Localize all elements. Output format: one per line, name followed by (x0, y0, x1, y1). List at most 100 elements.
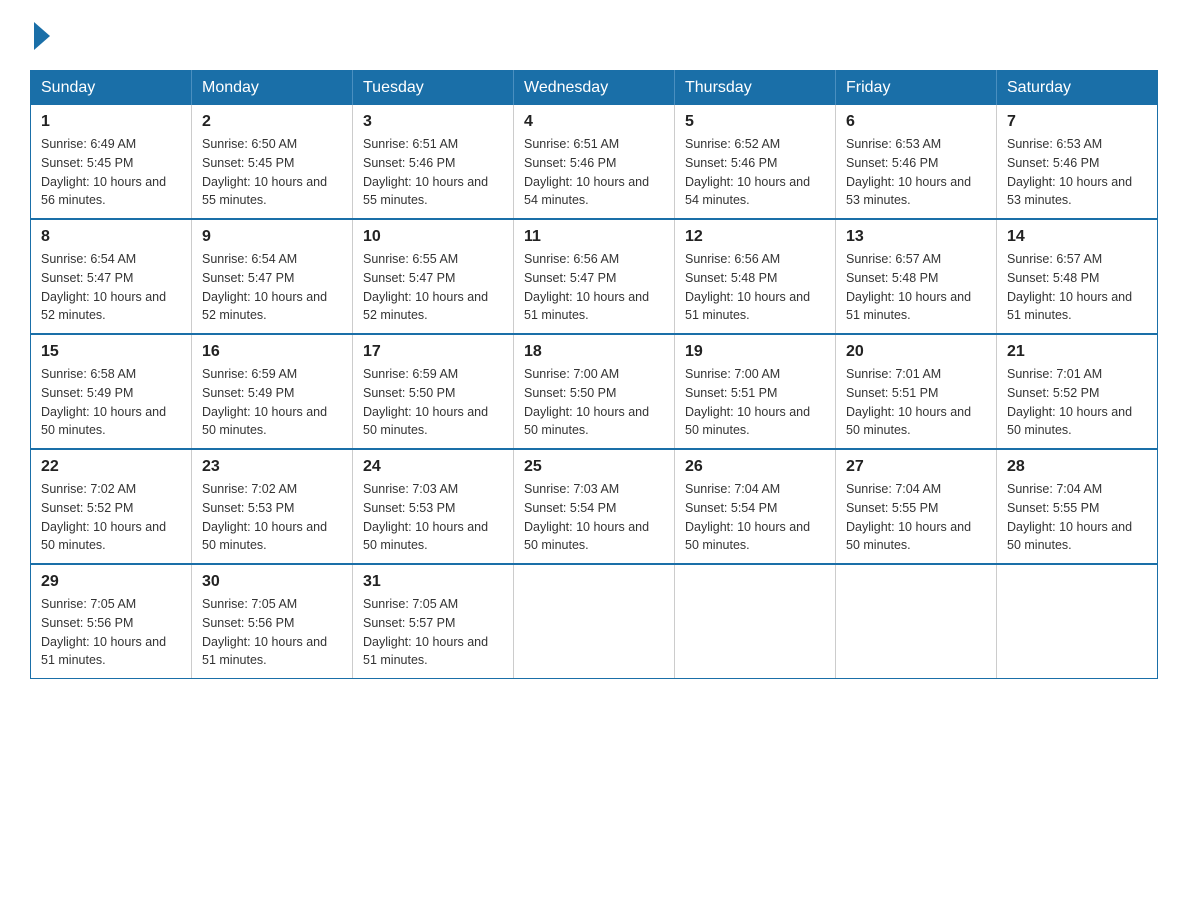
day-info: Sunrise: 6:52 AMSunset: 5:46 PMDaylight:… (685, 137, 810, 207)
day-info: Sunrise: 7:01 AMSunset: 5:52 PMDaylight:… (1007, 367, 1132, 437)
calendar-cell (997, 564, 1158, 679)
calendar-cell: 14 Sunrise: 6:57 AMSunset: 5:48 PMDaylig… (997, 219, 1158, 334)
calendar-cell (675, 564, 836, 679)
day-number: 16 (202, 343, 342, 361)
day-number: 13 (846, 228, 986, 246)
day-info: Sunrise: 7:04 AMSunset: 5:54 PMDaylight:… (685, 482, 810, 552)
calendar-cell: 15 Sunrise: 6:58 AMSunset: 5:49 PMDaylig… (31, 334, 192, 449)
day-number: 9 (202, 228, 342, 246)
header-sunday: Sunday (31, 71, 192, 106)
header-monday: Monday (192, 71, 353, 106)
day-info: Sunrise: 7:04 AMSunset: 5:55 PMDaylight:… (1007, 482, 1132, 552)
calendar-cell: 21 Sunrise: 7:01 AMSunset: 5:52 PMDaylig… (997, 334, 1158, 449)
week-row-1: 1 Sunrise: 6:49 AMSunset: 5:45 PMDayligh… (31, 105, 1158, 219)
day-number: 1 (41, 113, 181, 131)
calendar-cell: 22 Sunrise: 7:02 AMSunset: 5:52 PMDaylig… (31, 449, 192, 564)
calendar-cell: 24 Sunrise: 7:03 AMSunset: 5:53 PMDaylig… (353, 449, 514, 564)
calendar-cell: 7 Sunrise: 6:53 AMSunset: 5:46 PMDayligh… (997, 105, 1158, 219)
day-number: 12 (685, 228, 825, 246)
day-info: Sunrise: 6:58 AMSunset: 5:49 PMDaylight:… (41, 367, 166, 437)
calendar-cell: 4 Sunrise: 6:51 AMSunset: 5:46 PMDayligh… (514, 105, 675, 219)
day-number: 14 (1007, 228, 1147, 246)
day-info: Sunrise: 7:05 AMSunset: 5:56 PMDaylight:… (41, 597, 166, 667)
calendar-cell: 26 Sunrise: 7:04 AMSunset: 5:54 PMDaylig… (675, 449, 836, 564)
calendar-cell: 6 Sunrise: 6:53 AMSunset: 5:46 PMDayligh… (836, 105, 997, 219)
day-info: Sunrise: 7:03 AMSunset: 5:53 PMDaylight:… (363, 482, 488, 552)
day-number: 17 (363, 343, 503, 361)
calendar-cell: 25 Sunrise: 7:03 AMSunset: 5:54 PMDaylig… (514, 449, 675, 564)
day-number: 18 (524, 343, 664, 361)
day-info: Sunrise: 6:49 AMSunset: 5:45 PMDaylight:… (41, 137, 166, 207)
calendar-header-row: SundayMondayTuesdayWednesdayThursdayFrid… (31, 71, 1158, 106)
day-number: 29 (41, 573, 181, 591)
day-number: 2 (202, 113, 342, 131)
calendar-cell: 19 Sunrise: 7:00 AMSunset: 5:51 PMDaylig… (675, 334, 836, 449)
day-number: 6 (846, 113, 986, 131)
day-info: Sunrise: 7:02 AMSunset: 5:52 PMDaylight:… (41, 482, 166, 552)
calendar-cell: 29 Sunrise: 7:05 AMSunset: 5:56 PMDaylig… (31, 564, 192, 679)
calendar-cell: 5 Sunrise: 6:52 AMSunset: 5:46 PMDayligh… (675, 105, 836, 219)
day-info: Sunrise: 7:01 AMSunset: 5:51 PMDaylight:… (846, 367, 971, 437)
week-row-4: 22 Sunrise: 7:02 AMSunset: 5:52 PMDaylig… (31, 449, 1158, 564)
calendar-cell: 9 Sunrise: 6:54 AMSunset: 5:47 PMDayligh… (192, 219, 353, 334)
day-info: Sunrise: 6:55 AMSunset: 5:47 PMDaylight:… (363, 252, 488, 322)
calendar-cell: 16 Sunrise: 6:59 AMSunset: 5:49 PMDaylig… (192, 334, 353, 449)
week-row-3: 15 Sunrise: 6:58 AMSunset: 5:49 PMDaylig… (31, 334, 1158, 449)
day-number: 20 (846, 343, 986, 361)
calendar-cell: 27 Sunrise: 7:04 AMSunset: 5:55 PMDaylig… (836, 449, 997, 564)
day-info: Sunrise: 7:00 AMSunset: 5:50 PMDaylight:… (524, 367, 649, 437)
day-info: Sunrise: 6:54 AMSunset: 5:47 PMDaylight:… (41, 252, 166, 322)
week-row-5: 29 Sunrise: 7:05 AMSunset: 5:56 PMDaylig… (31, 564, 1158, 679)
day-info: Sunrise: 7:05 AMSunset: 5:56 PMDaylight:… (202, 597, 327, 667)
header-tuesday: Tuesday (353, 71, 514, 106)
header-saturday: Saturday (997, 71, 1158, 106)
day-number: 3 (363, 113, 503, 131)
day-number: 28 (1007, 458, 1147, 476)
day-info: Sunrise: 7:00 AMSunset: 5:51 PMDaylight:… (685, 367, 810, 437)
day-number: 22 (41, 458, 181, 476)
logo (30, 20, 50, 50)
day-info: Sunrise: 6:56 AMSunset: 5:47 PMDaylight:… (524, 252, 649, 322)
header-thursday: Thursday (675, 71, 836, 106)
day-number: 31 (363, 573, 503, 591)
day-number: 26 (685, 458, 825, 476)
day-info: Sunrise: 7:02 AMSunset: 5:53 PMDaylight:… (202, 482, 327, 552)
calendar-cell: 20 Sunrise: 7:01 AMSunset: 5:51 PMDaylig… (836, 334, 997, 449)
day-info: Sunrise: 6:57 AMSunset: 5:48 PMDaylight:… (1007, 252, 1132, 322)
day-info: Sunrise: 6:57 AMSunset: 5:48 PMDaylight:… (846, 252, 971, 322)
day-number: 30 (202, 573, 342, 591)
day-info: Sunrise: 7:03 AMSunset: 5:54 PMDaylight:… (524, 482, 649, 552)
calendar-cell: 18 Sunrise: 7:00 AMSunset: 5:50 PMDaylig… (514, 334, 675, 449)
day-number: 15 (41, 343, 181, 361)
day-number: 8 (41, 228, 181, 246)
day-number: 23 (202, 458, 342, 476)
day-number: 4 (524, 113, 664, 131)
day-number: 7 (1007, 113, 1147, 131)
calendar-cell: 30 Sunrise: 7:05 AMSunset: 5:56 PMDaylig… (192, 564, 353, 679)
calendar-cell (514, 564, 675, 679)
header-wednesday: Wednesday (514, 71, 675, 106)
week-row-2: 8 Sunrise: 6:54 AMSunset: 5:47 PMDayligh… (31, 219, 1158, 334)
day-number: 25 (524, 458, 664, 476)
calendar-cell: 3 Sunrise: 6:51 AMSunset: 5:46 PMDayligh… (353, 105, 514, 219)
calendar-cell: 17 Sunrise: 6:59 AMSunset: 5:50 PMDaylig… (353, 334, 514, 449)
page-header (30, 20, 1158, 50)
header-friday: Friday (836, 71, 997, 106)
day-number: 11 (524, 228, 664, 246)
day-info: Sunrise: 6:51 AMSunset: 5:46 PMDaylight:… (363, 137, 488, 207)
day-info: Sunrise: 6:54 AMSunset: 5:47 PMDaylight:… (202, 252, 327, 322)
logo-arrow-icon (34, 22, 50, 50)
calendar-table: SundayMondayTuesdayWednesdayThursdayFrid… (30, 70, 1158, 679)
calendar-cell: 11 Sunrise: 6:56 AMSunset: 5:47 PMDaylig… (514, 219, 675, 334)
calendar-cell: 12 Sunrise: 6:56 AMSunset: 5:48 PMDaylig… (675, 219, 836, 334)
calendar-cell (836, 564, 997, 679)
day-info: Sunrise: 6:59 AMSunset: 5:49 PMDaylight:… (202, 367, 327, 437)
day-info: Sunrise: 6:59 AMSunset: 5:50 PMDaylight:… (363, 367, 488, 437)
calendar-cell: 23 Sunrise: 7:02 AMSunset: 5:53 PMDaylig… (192, 449, 353, 564)
day-info: Sunrise: 6:51 AMSunset: 5:46 PMDaylight:… (524, 137, 649, 207)
day-info: Sunrise: 6:53 AMSunset: 5:46 PMDaylight:… (1007, 137, 1132, 207)
day-info: Sunrise: 7:04 AMSunset: 5:55 PMDaylight:… (846, 482, 971, 552)
calendar-cell: 1 Sunrise: 6:49 AMSunset: 5:45 PMDayligh… (31, 105, 192, 219)
calendar-cell: 31 Sunrise: 7:05 AMSunset: 5:57 PMDaylig… (353, 564, 514, 679)
day-number: 24 (363, 458, 503, 476)
